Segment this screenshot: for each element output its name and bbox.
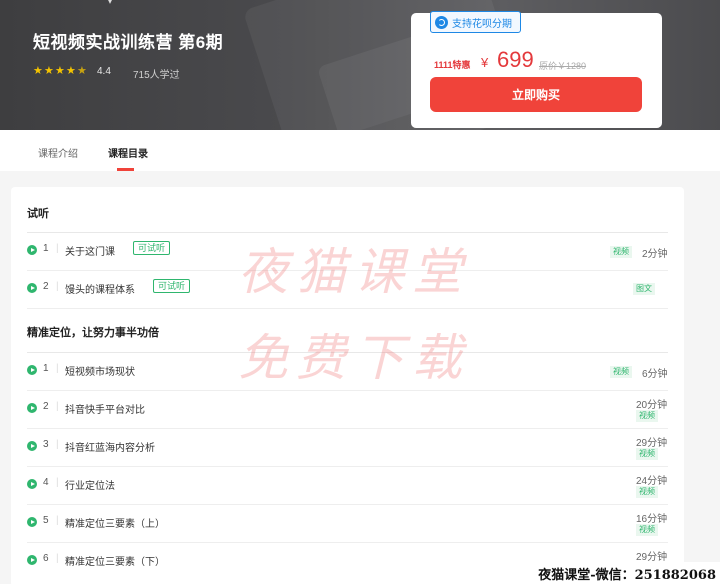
separator: | bbox=[56, 439, 59, 450]
promo-label: 1111特惠 bbox=[434, 60, 471, 70]
lesson-number: 5 bbox=[43, 515, 49, 526]
trial-badge[interactable]: 可试听 bbox=[133, 241, 171, 255]
lesson-duration: 29分钟 bbox=[636, 552, 668, 563]
active-tab-indicator bbox=[117, 168, 134, 171]
course-tabs: 课程介绍 课程目录 bbox=[0, 130, 720, 171]
lesson-row[interactable]: 3 | 抖音红蓝海内容分析 29分钟 视频 bbox=[27, 429, 668, 467]
tab-catalog[interactable]: 课程目录 bbox=[108, 145, 148, 160]
star-icon: ★ bbox=[66, 65, 76, 77]
tab-introduction[interactable]: 课程介绍 bbox=[38, 145, 78, 160]
lesson-number: 3 bbox=[43, 439, 49, 450]
separator: | bbox=[56, 401, 59, 412]
play-icon bbox=[27, 517, 37, 527]
course-title: 短视频实战训练营 第6期 bbox=[33, 33, 224, 52]
lesson-number: 2 bbox=[43, 281, 49, 292]
rating-score: 4.4 bbox=[97, 66, 111, 77]
chevron-down-icon[interactable]: ▾ bbox=[108, 0, 114, 6]
lesson-title: 抖音快手平台对比 bbox=[65, 405, 145, 416]
trial-badge[interactable]: 可试听 bbox=[153, 279, 191, 293]
price: 699 bbox=[497, 47, 534, 72]
lesson-number: 1 bbox=[43, 243, 49, 254]
star-icon: ★ bbox=[44, 65, 54, 77]
star-icon: ★ bbox=[33, 65, 43, 77]
footer-watermark: 夜猫课堂-微信：251882068 bbox=[534, 562, 720, 584]
separator: | bbox=[56, 243, 59, 254]
type-badge: 视频 bbox=[636, 486, 658, 498]
lesson-duration: 29分钟 bbox=[636, 438, 668, 449]
rating-stars: ★ ★ ★ ★ ★ bbox=[33, 65, 87, 77]
play-icon bbox=[27, 283, 37, 293]
watermark-line1: 夜猫课堂 bbox=[238, 243, 470, 301]
separator: | bbox=[56, 515, 59, 526]
buy-now-button[interactable]: 立即购买 bbox=[430, 77, 642, 112]
play-icon bbox=[27, 403, 37, 413]
type-badge: 视频 bbox=[610, 246, 632, 258]
purchase-card: 支持花呗分期 1111特惠 ¥ 699 原价￥1280 立即购买 bbox=[411, 11, 662, 128]
lesson-row[interactable]: 2 | 抖音快手平台对比 20分钟 视频 bbox=[27, 391, 668, 429]
lesson-title: 短视频市场现状 bbox=[65, 367, 135, 378]
row-divider bbox=[27, 308, 668, 309]
lesson-number: 6 bbox=[43, 553, 49, 564]
type-badge: 视频 bbox=[636, 448, 658, 460]
lesson-number: 1 bbox=[43, 363, 49, 374]
watermark-line2: 免费下载 bbox=[238, 329, 470, 387]
lesson-duration: 20分钟 bbox=[636, 400, 668, 411]
section-title: 试听 bbox=[27, 208, 49, 220]
separator: | bbox=[56, 363, 59, 374]
original-price: 原价￥1280 bbox=[539, 61, 587, 71]
play-icon bbox=[27, 555, 37, 565]
huabei-icon bbox=[435, 15, 448, 29]
learner-count: 715人学过 bbox=[133, 70, 180, 81]
star-icon: ★ bbox=[77, 65, 87, 77]
lesson-number: 2 bbox=[43, 401, 49, 412]
play-icon bbox=[27, 479, 37, 489]
section-title: 精准定位，让努力事半功倍 bbox=[27, 327, 159, 339]
type-badge: 视频 bbox=[636, 524, 658, 536]
lesson-title: 精准定位三要素（上） bbox=[65, 519, 165, 530]
currency-symbol: ¥ bbox=[481, 55, 489, 70]
lesson-title: 抖音红蓝海内容分析 bbox=[65, 443, 155, 454]
lesson-title: 行业定位法 bbox=[65, 481, 115, 492]
lesson-duration: 24分钟 bbox=[636, 476, 668, 487]
huabei-label: 支持花呗分期 bbox=[452, 18, 512, 30]
play-icon bbox=[27, 365, 37, 375]
separator: | bbox=[56, 477, 59, 488]
type-badge: 视频 bbox=[636, 410, 658, 422]
lesson-row[interactable]: 5 | 精准定位三要素（上） 16分钟 视频 bbox=[27, 505, 668, 543]
lesson-title: 关于这门课 bbox=[65, 247, 115, 258]
lesson-title: 精准定位三要素（下） bbox=[65, 557, 165, 568]
lesson-title: 馒头的课程体系 bbox=[65, 285, 135, 296]
separator: | bbox=[56, 281, 59, 292]
play-icon bbox=[27, 441, 37, 451]
play-icon bbox=[27, 245, 37, 255]
star-icon: ★ bbox=[55, 65, 65, 77]
separator: | bbox=[56, 553, 59, 564]
lesson-duration: 6分钟 bbox=[642, 369, 668, 380]
lesson-duration: 16分钟 bbox=[636, 514, 668, 525]
huabei-installment-badge[interactable]: 支持花呗分期 bbox=[430, 11, 521, 33]
lesson-row[interactable]: 4 | 行业定位法 24分钟 视频 bbox=[27, 467, 668, 505]
lesson-duration: 2分钟 bbox=[642, 249, 668, 260]
type-badge: 图文 bbox=[633, 283, 655, 295]
lesson-number: 4 bbox=[43, 477, 49, 488]
type-badge: 视频 bbox=[610, 366, 632, 378]
